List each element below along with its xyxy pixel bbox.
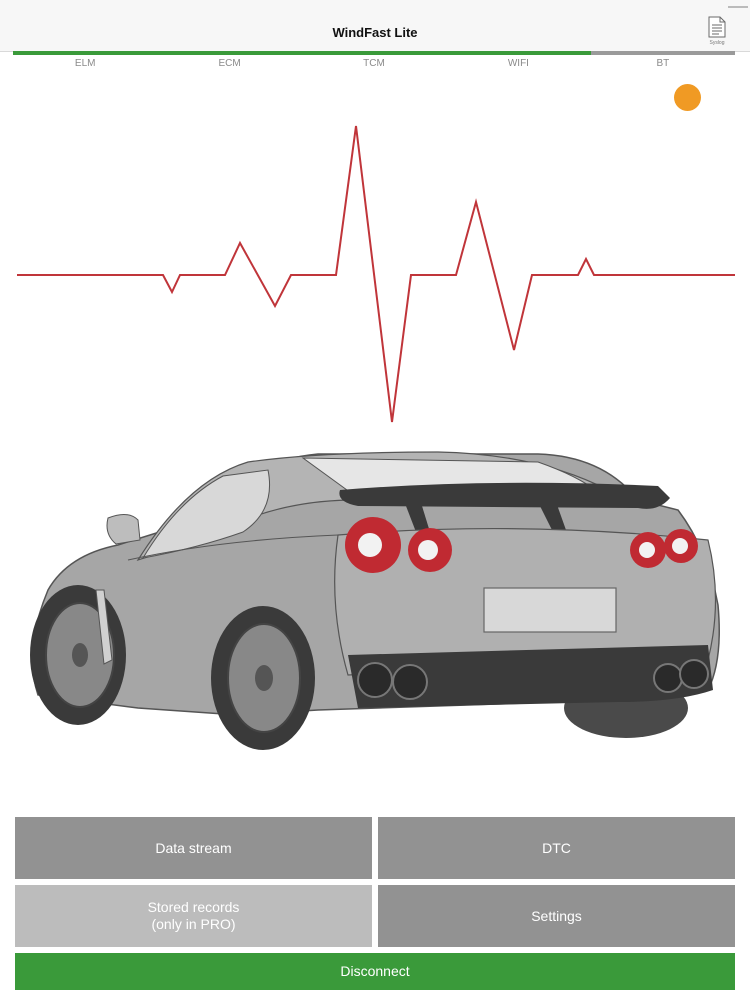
stage-bt: BT bbox=[656, 58, 670, 69]
disconnect-button[interactable]: Disconnect bbox=[15, 953, 735, 990]
stage-ecm: ECM bbox=[218, 58, 241, 69]
app-title: WindFast Lite bbox=[332, 25, 418, 40]
connection-progress-fill bbox=[13, 51, 591, 55]
stage-tcm: TCM bbox=[363, 58, 385, 69]
connection-stages: ELM ECM TCM WIFI BT bbox=[13, 57, 735, 71]
connection-status-dot bbox=[674, 84, 701, 111]
navigation-bar: WindFast Lite Syslog bbox=[0, 0, 750, 52]
log-button[interactable]: Syslog bbox=[700, 16, 734, 50]
dtc-button[interactable]: DTC bbox=[378, 817, 735, 879]
log-label: Syslog bbox=[709, 40, 725, 46]
stage-wifi: WIFI bbox=[507, 58, 529, 69]
stage-elm: ELM bbox=[74, 58, 96, 69]
stored-records-button[interactable]: Stored records (only in PRO) bbox=[15, 885, 372, 947]
document-icon bbox=[708, 16, 726, 38]
data-stream-button[interactable]: Data stream bbox=[15, 817, 372, 879]
connection-progress-bar bbox=[13, 51, 735, 55]
heartbeat-graphic bbox=[17, 125, 735, 423]
settings-button[interactable]: Settings bbox=[378, 885, 735, 947]
car-illustration bbox=[30, 451, 720, 750]
